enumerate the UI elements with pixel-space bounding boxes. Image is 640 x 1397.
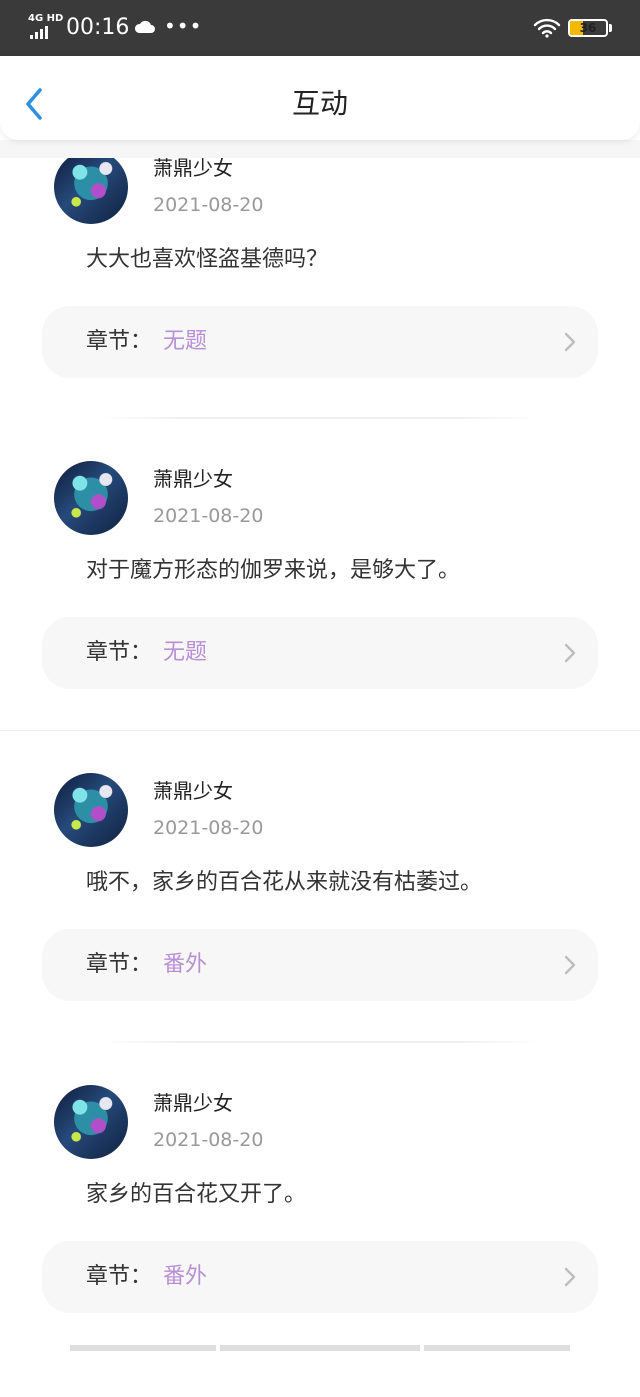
chapter-name: 番外 xyxy=(163,1264,208,1289)
bottom-tab-indicator xyxy=(70,1345,216,1351)
status-time: 00:16 xyxy=(66,15,130,40)
comment-text: 大大也喜欢怪盗基德吗？ xyxy=(86,247,329,272)
more-icon: ••• xyxy=(164,14,203,38)
bottom-tab-indicator xyxy=(424,1345,570,1351)
comment-date: 2021-08-20 xyxy=(153,505,264,527)
username[interactable]: 萧鼎少女 xyxy=(153,1089,233,1117)
network-label: 4G HD xyxy=(28,13,64,24)
wifi-icon xyxy=(533,18,561,38)
chapter-link[interactable]: 章节： 无题 xyxy=(42,617,598,689)
chapter-label: 章节： xyxy=(86,952,153,977)
divider xyxy=(100,1041,540,1043)
chapter-name: 无题 xyxy=(163,640,208,665)
chapter-label: 章节： xyxy=(86,329,153,354)
status-bar: 4G HD 00:16 ••• 36 xyxy=(0,0,640,56)
divider xyxy=(100,417,540,419)
bottom-tab-indicator xyxy=(220,1345,420,1351)
chevron-right-icon xyxy=(564,955,576,975)
battery-icon: 36 xyxy=(568,19,608,37)
chapter-label: 章节： xyxy=(86,1264,153,1289)
page-title: 互动 xyxy=(291,87,348,120)
comment-text: 对于魔方形态的伽罗来说，是够大了。 xyxy=(86,558,461,583)
chapter-name: 番外 xyxy=(163,952,208,977)
comment-text: 家乡的百合花又开了。 xyxy=(86,1182,307,1207)
comment-date: 2021-08-20 xyxy=(153,1129,264,1151)
interaction-item: 萧鼎少女 2021-08-20 对于魔方形态的伽罗来说，是够大了。 章节： 无题 xyxy=(0,461,640,773)
signal-icon xyxy=(30,26,48,39)
chapter-link[interactable]: 章节： 无题 xyxy=(42,306,598,378)
avatar[interactable] xyxy=(54,1085,128,1159)
username[interactable]: 萧鼎少女 xyxy=(153,777,233,805)
cloud-icon xyxy=(134,20,155,33)
avatar[interactable] xyxy=(54,773,128,847)
comment-date: 2021-08-20 xyxy=(153,194,264,216)
battery-tip xyxy=(609,24,612,32)
chapter-label: 章节： xyxy=(86,640,153,665)
header-shadow xyxy=(0,140,640,158)
comment-date: 2021-08-20 xyxy=(153,817,264,839)
chevron-right-icon xyxy=(564,332,576,352)
chapter-name: 无题 xyxy=(163,329,208,354)
chevron-right-icon xyxy=(564,1267,576,1287)
divider xyxy=(0,730,640,731)
battery-level: 36 xyxy=(579,21,597,35)
comment-text: 哦不，家乡的百合花从来就没有枯萎过。 xyxy=(86,870,483,895)
username[interactable]: 萧鼎少女 xyxy=(153,154,233,182)
username[interactable]: 萧鼎少女 xyxy=(153,465,233,493)
interaction-item: 萧鼎少女 2021-08-20 大大也喜欢怪盗基德吗？ 章节： 无题 xyxy=(0,150,640,462)
avatar[interactable] xyxy=(54,150,128,224)
avatar[interactable] xyxy=(54,461,128,535)
chapter-link[interactable]: 章节： 番外 xyxy=(42,929,598,1001)
interaction-item: 萧鼎少女 2021-08-20 哦不，家乡的百合花从来就没有枯萎过。 章节： 番… xyxy=(0,773,640,1085)
chapter-link[interactable]: 章节： 番外 xyxy=(42,1241,598,1313)
chevron-right-icon xyxy=(564,643,576,663)
nav-header: 互动 xyxy=(0,56,640,140)
